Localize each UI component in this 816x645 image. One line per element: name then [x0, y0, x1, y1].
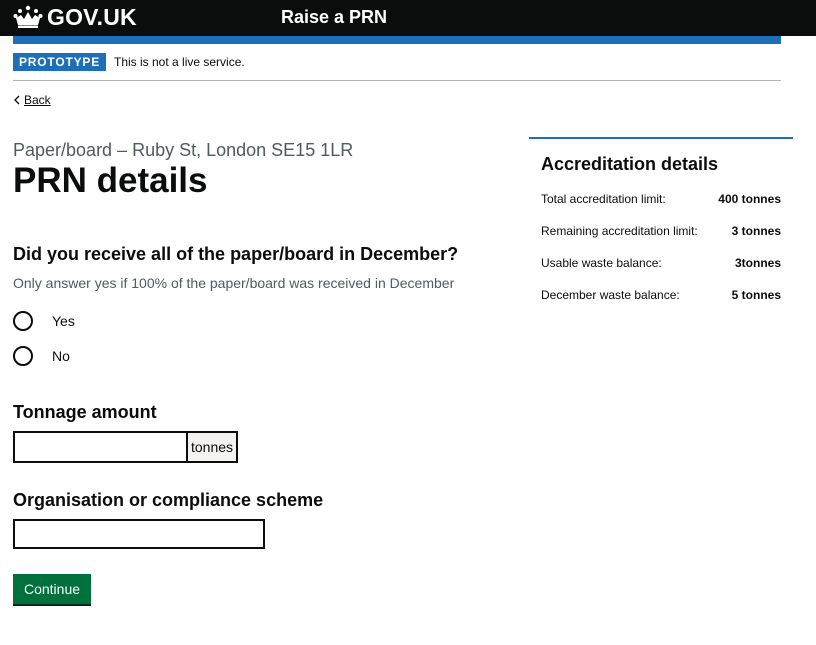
back-link[interactable]: Back: [13, 93, 51, 107]
accreditation-row-label: December waste balance:: [541, 288, 680, 302]
phase-banner-text: This is not a live service.: [114, 55, 245, 69]
tonnage-input[interactable]: [13, 431, 188, 463]
service-name-link[interactable]: Raise a PRN: [281, 6, 387, 28]
accreditation-row-value: 3tonnes: [734, 256, 781, 270]
radio-yes[interactable]: Yes: [13, 311, 75, 331]
continue-button[interactable]: Continue: [13, 574, 91, 604]
organisation-label: Organisation or compliance scheme: [13, 490, 324, 510]
radio-yes-circle[interactable]: [13, 311, 33, 331]
radio-no-label: No: [52, 348, 70, 364]
accreditation-row-value: 400 tonnes: [718, 192, 781, 206]
back-link-label: Back: [24, 93, 51, 107]
header-blue-bar: [13, 36, 781, 44]
crown-icon: [13, 5, 43, 28]
tonnage-input-wrapper: tonnes: [13, 431, 239, 463]
radio-yes-label: Yes: [52, 313, 75, 329]
radio-no[interactable]: No: [13, 346, 70, 366]
accreditation-row: Remaining accreditation limit: 3 tonnes: [541, 223, 781, 239]
phase-banner: PROTOTYPE This is not a live service.: [13, 53, 245, 71]
question-legend: Did you receive all of the paper/board i…: [13, 244, 459, 264]
logo-text: GOV.UK: [47, 4, 137, 30]
phase-banner-divider: [13, 80, 781, 81]
accreditation-title: Accreditation details: [541, 154, 719, 174]
page-title: PRN details: [13, 161, 208, 200]
chevron-left-icon: [14, 95, 20, 105]
govuk-header: GOV.UK Raise a PRN: [0, 0, 816, 36]
phase-tag: PROTOTYPE: [13, 53, 106, 71]
organisation-input[interactable]: [13, 519, 265, 549]
accreditation-row-value: 3 tonnes: [731, 224, 781, 238]
accreditation-row: Usable waste balance: 3tonnes: [541, 255, 781, 271]
accreditation-row-value: 5 tonnes: [731, 288, 781, 302]
accreditation-row: Total accreditation limit: 400 tonnes: [541, 191, 781, 207]
govuk-logo-link[interactable]: GOV.UK: [13, 4, 137, 30]
tonnage-suffix: tonnes: [188, 431, 239, 463]
question-hint: Only answer yes if 100% of the paper/boa…: [13, 275, 455, 291]
accreditation-row-label: Usable waste balance:: [541, 256, 662, 270]
radio-no-circle[interactable]: [13, 346, 33, 366]
accreditation-row-label: Remaining accreditation limit:: [541, 224, 698, 238]
page-caption: Paper/board – Ruby St, London SE15 1LR: [13, 140, 354, 160]
tonnage-label: Tonnage amount: [13, 402, 157, 422]
accreditation-panel: Accreditation details Total accreditatio…: [529, 137, 793, 302]
accreditation-row: December waste balance: 5 tonnes: [541, 287, 781, 303]
accreditation-row-label: Total accreditation limit:: [541, 192, 666, 206]
